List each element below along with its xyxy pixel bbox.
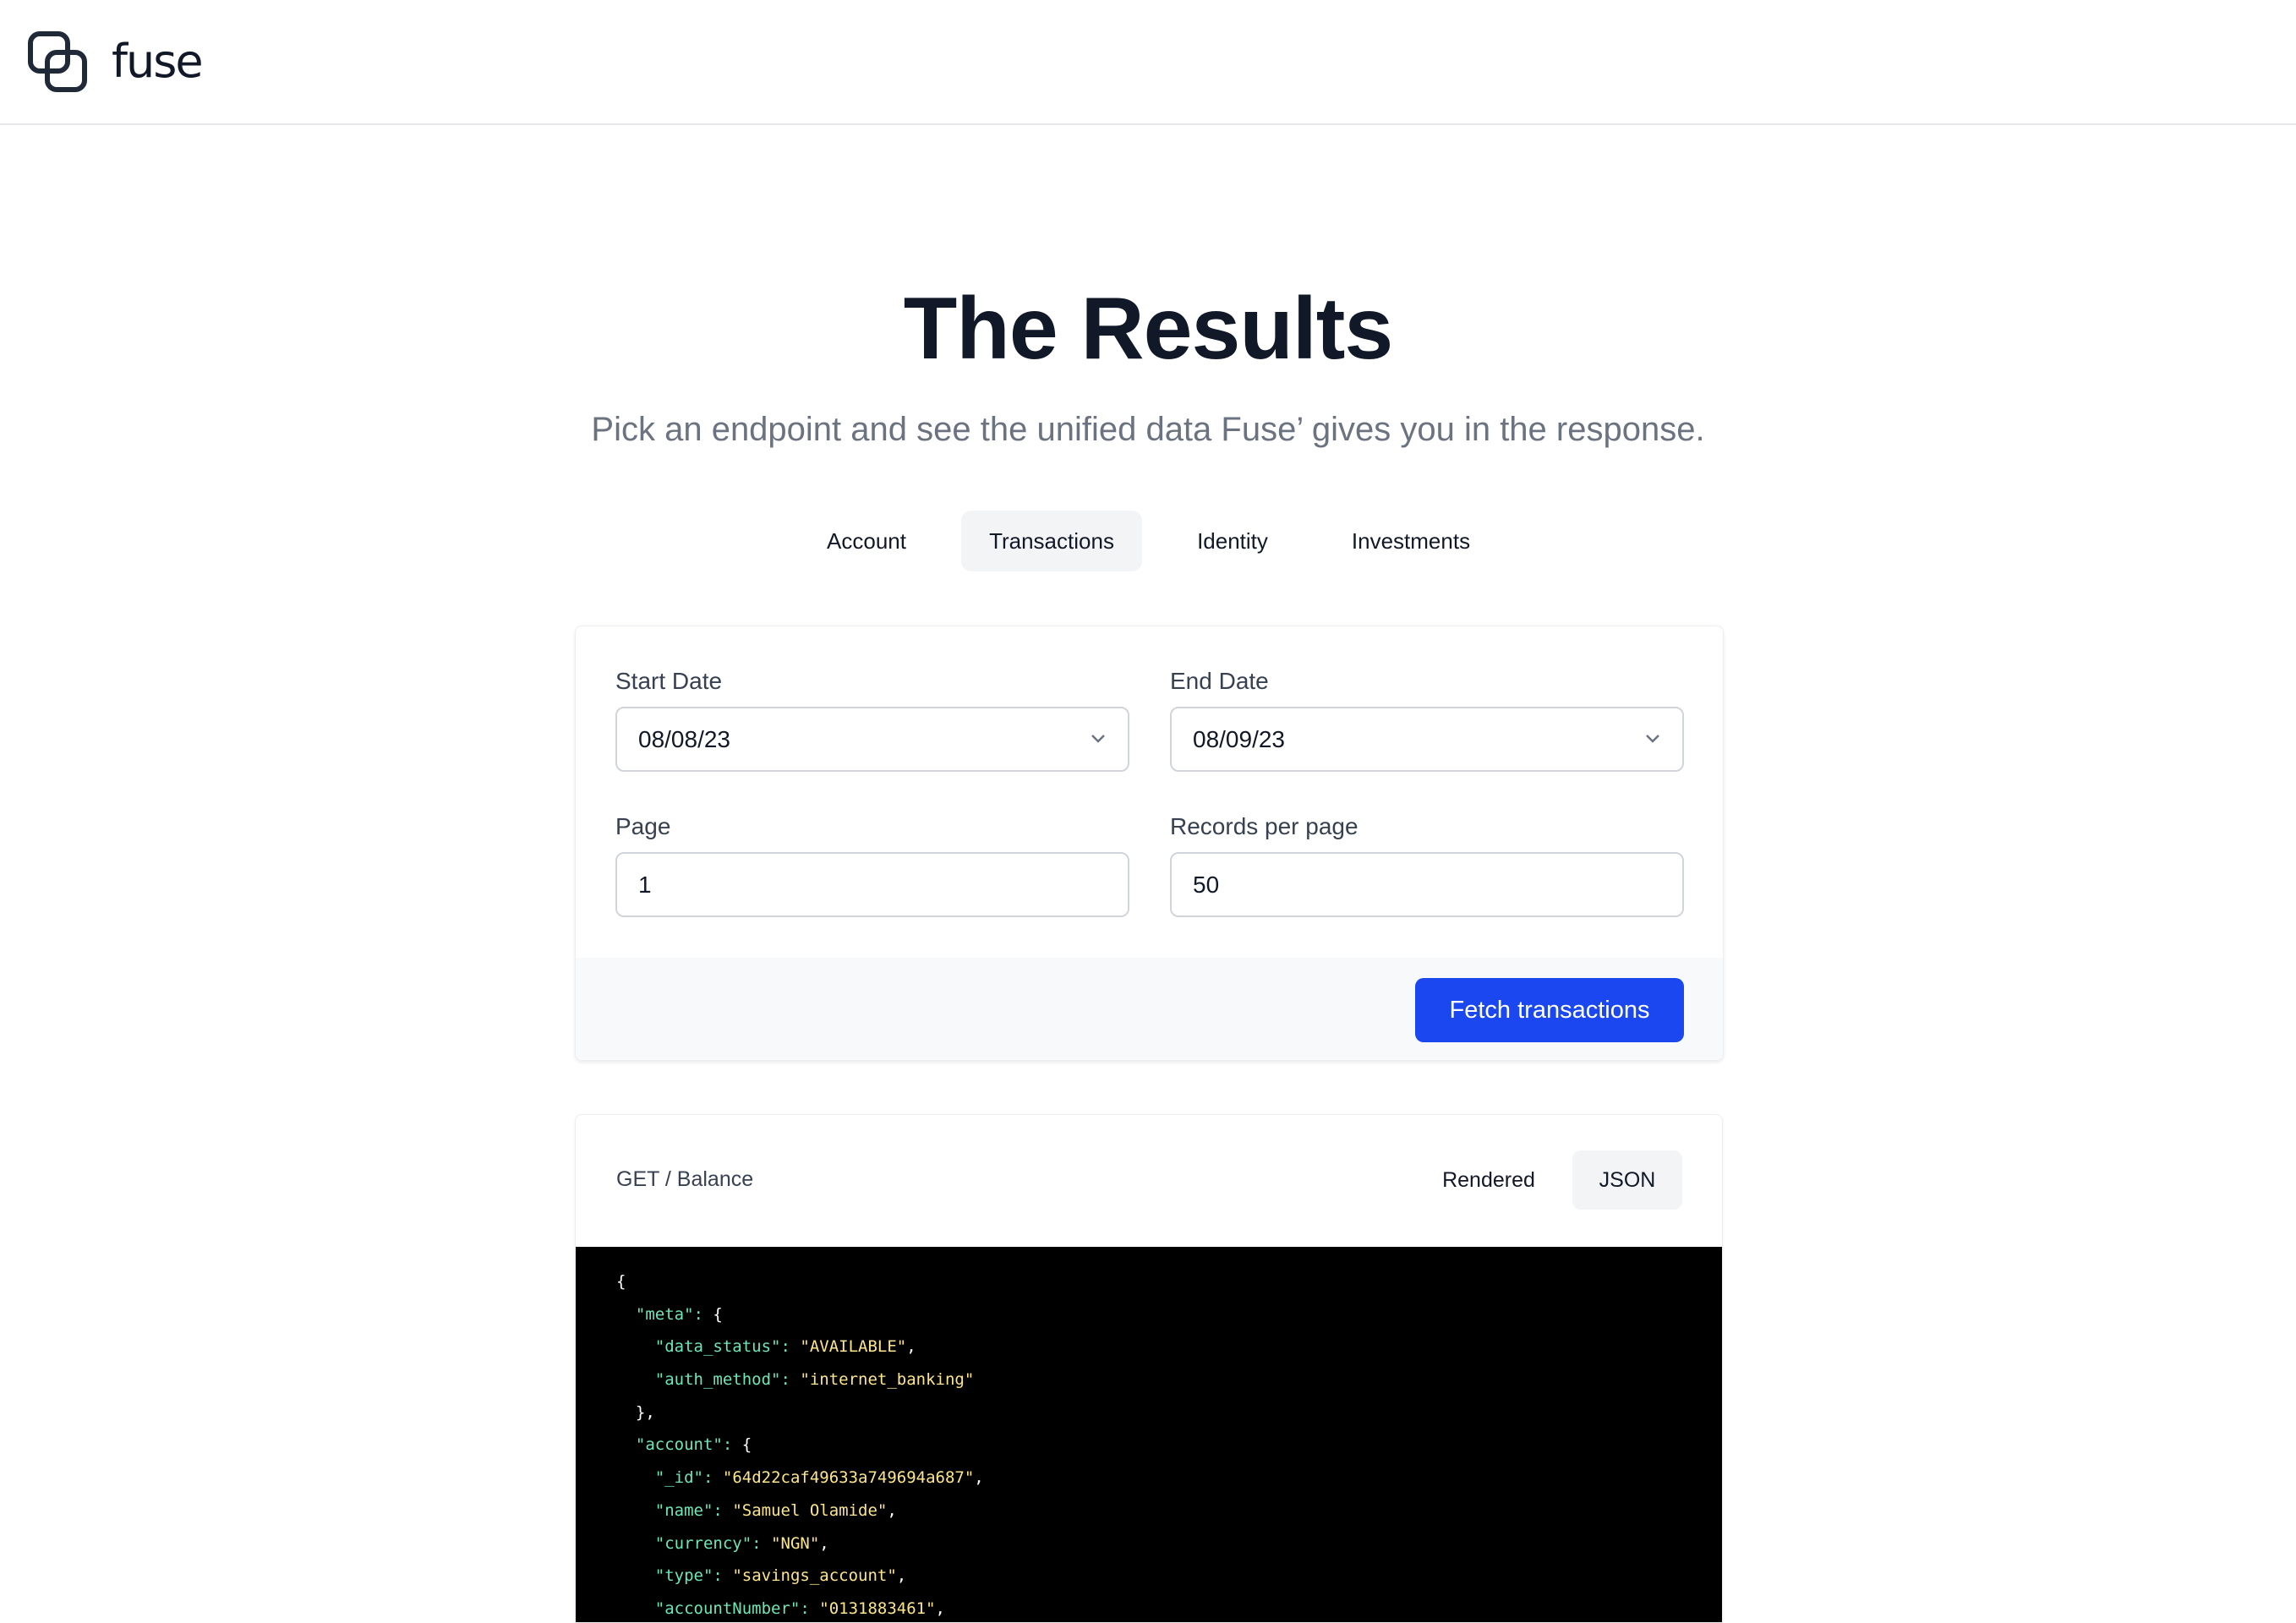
code-line: "meta": { [635, 1304, 723, 1324]
records-per-page-input[interactable]: 50 [1170, 852, 1684, 917]
code-line: "type": "savings_account", [654, 1566, 907, 1586]
code-line: "name": "Samuel Olamide", [654, 1500, 897, 1520]
code-line: { [616, 1272, 626, 1291]
endpoint-tabs: Account Transactions Identity Investment… [0, 511, 2296, 571]
page-label: Page [615, 813, 671, 839]
page-subtitle: Pick an endpoint and see the unified dat… [591, 411, 1705, 448]
response-header: GET / Balance Rendered JSON [576, 1115, 1722, 1247]
page-value: 1 [638, 872, 652, 898]
transactions-form-card: Start Date 08/08/23 End Date 08/09/23 Pa… [575, 626, 1724, 1061]
form-footer: Fetch transactions [576, 958, 1723, 1060]
interlocked-squares-logo-icon [28, 31, 87, 92]
endpoint-label: GET / Balance [616, 1167, 754, 1191]
records-per-page-label: Records per page [1170, 813, 1358, 839]
tab-transactions[interactable]: Transactions [961, 511, 1142, 571]
code-line: "accountNumber": "0131883461", [654, 1598, 945, 1618]
records-per-page-value: 50 [1193, 872, 1220, 898]
start-date-value: 08/08/23 [638, 726, 730, 752]
fetch-transactions-button[interactable]: Fetch transactions [1415, 978, 1684, 1042]
tab-identity[interactable]: Identity [1175, 511, 1290, 571]
chevron-down-icon [1646, 735, 1659, 743]
code-line: "_id": "64d22caf49633a749694a687", [654, 1468, 984, 1488]
tab-investments[interactable]: Investments [1324, 511, 1498, 571]
code-line: "data_status": "AVAILABLE", [654, 1337, 916, 1357]
code-line: "auth_method": "internet_banking" [654, 1370, 975, 1390]
end-date-label: End Date [1170, 668, 1269, 694]
chevron-down-icon [1091, 735, 1105, 743]
start-date-label: Start Date [615, 668, 723, 694]
rendered-view-button[interactable]: Rendered [1435, 1150, 1543, 1210]
end-date-value: 08/09/23 [1193, 726, 1285, 752]
json-view-button[interactable]: JSON [1572, 1150, 1682, 1210]
code-line: "currency": "NGN", [654, 1533, 829, 1553]
end-date-select[interactable]: 08/09/23 [1170, 707, 1684, 772]
top-navbar: fuse [0, 0, 2296, 125]
json-code-block: { "meta": { "data_status": "AVAILABLE", … [576, 1247, 1722, 1622]
code-line: "account": { [635, 1435, 752, 1455]
start-date-select[interactable]: 08/08/23 [615, 707, 1129, 772]
code-line: }, [616, 1402, 655, 1422]
page-input[interactable]: 1 [615, 852, 1129, 917]
brand-name: fuse [112, 34, 204, 88]
tab-account[interactable]: Account [807, 511, 926, 571]
response-panel: GET / Balance Rendered JSON { "meta": { … [575, 1114, 1723, 1623]
page-title: The Results [903, 280, 1393, 378]
brand-logo[interactable]: fuse [27, 30, 204, 95]
